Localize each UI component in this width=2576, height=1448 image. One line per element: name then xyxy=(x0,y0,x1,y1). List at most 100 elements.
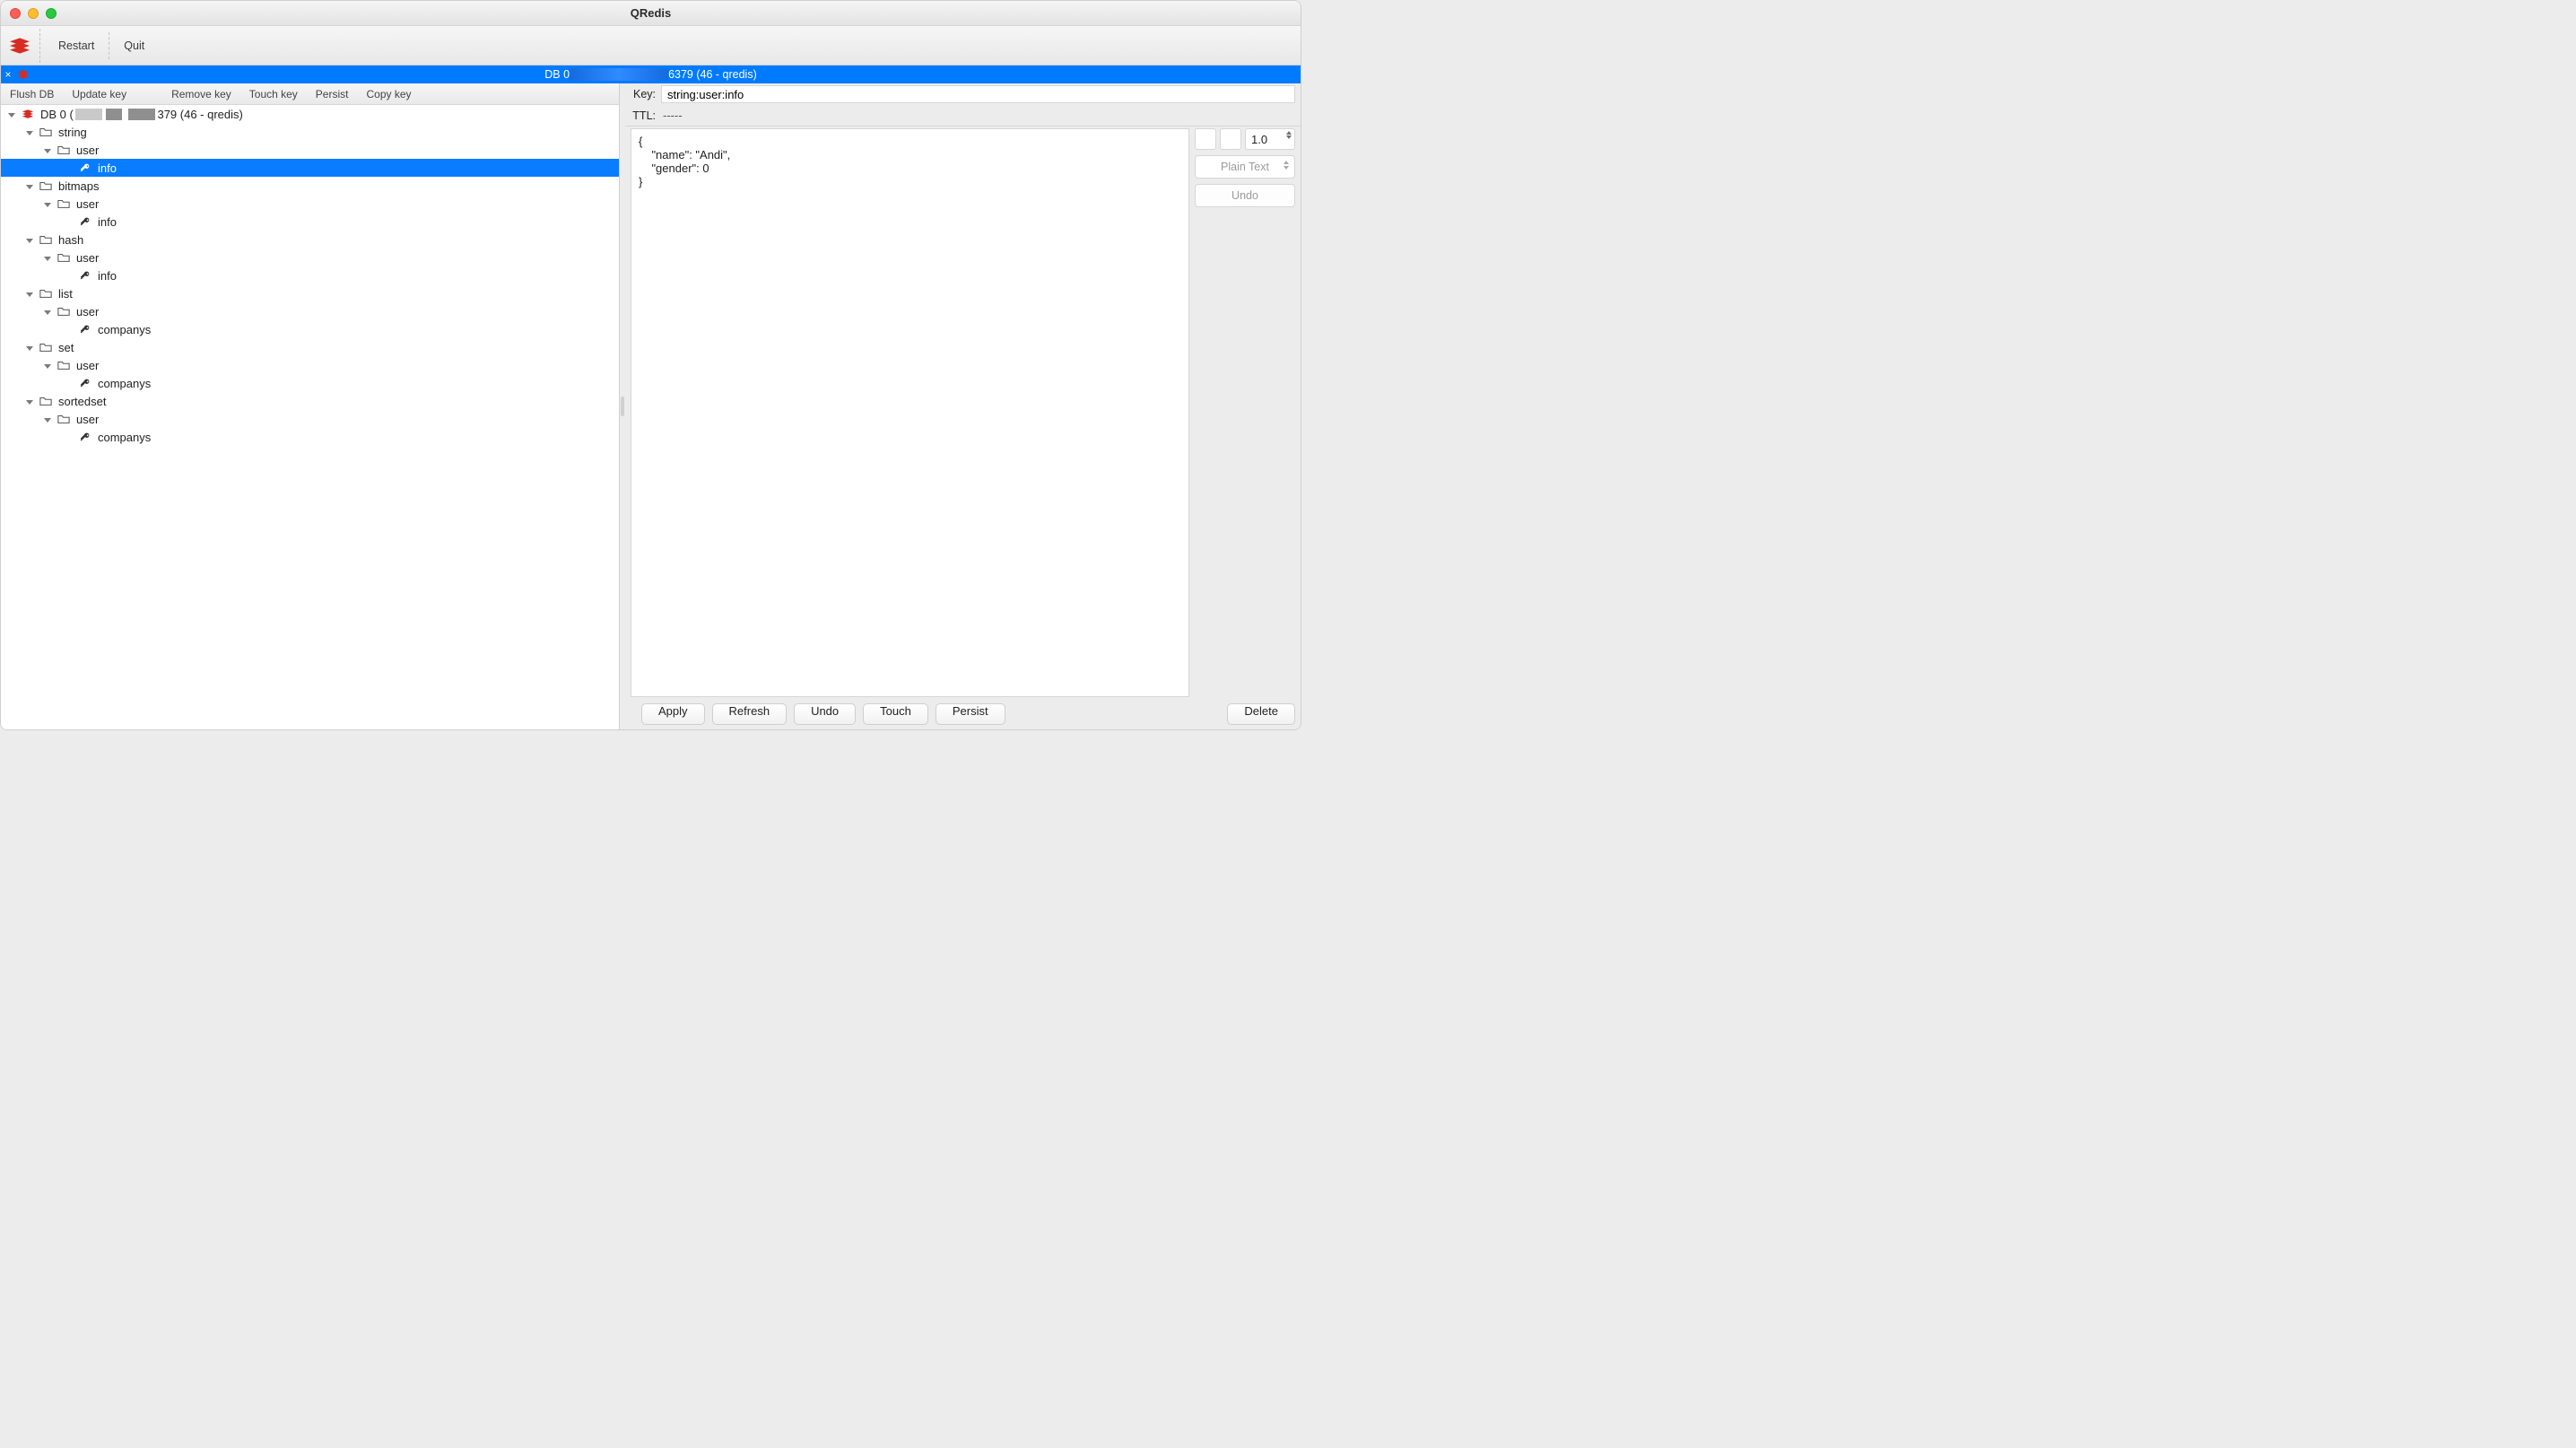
tree-label: info xyxy=(98,215,117,229)
touch-key-button[interactable]: Touch key xyxy=(240,88,307,100)
tree-key-sortedset-user-companys[interactable]: companys xyxy=(1,428,619,446)
remove-key-button[interactable]: Remove key xyxy=(162,88,240,100)
tree-label: user xyxy=(76,305,99,318)
tree-folder-user[interactable]: user xyxy=(1,141,619,159)
chevron-down-icon[interactable] xyxy=(44,250,53,264)
folder-icon xyxy=(57,143,71,157)
tree-label: user xyxy=(76,144,99,157)
tree-label: set xyxy=(58,341,74,354)
folder-icon xyxy=(57,358,71,372)
chevron-down-icon[interactable] xyxy=(8,107,17,120)
folder-icon xyxy=(57,196,71,211)
copy-key-button[interactable]: Copy key xyxy=(357,88,420,100)
tree-key-list-user-companys[interactable]: companys xyxy=(1,320,619,338)
restart-button[interactable]: Restart xyxy=(46,39,107,52)
toolbar: Restart Quit xyxy=(1,26,1301,65)
tree-folder-user[interactable]: user xyxy=(1,195,619,213)
quit-button[interactable]: Quit xyxy=(111,39,157,52)
chevron-down-icon[interactable] xyxy=(26,340,35,353)
db-redacted xyxy=(75,109,102,120)
tree-key-string-user-info[interactable]: info xyxy=(1,159,619,177)
tree-folder-user[interactable]: user xyxy=(1,249,619,266)
tree-folder-hash[interactable]: hash xyxy=(1,231,619,249)
tree-label: user xyxy=(76,197,99,211)
apply-button[interactable]: Apply xyxy=(641,703,705,725)
maximize-icon[interactable] xyxy=(46,8,57,19)
touch-button[interactable]: Touch xyxy=(863,703,928,725)
tree-key-set-user-companys[interactable]: companys xyxy=(1,374,619,392)
splitter-handle[interactable] xyxy=(620,83,625,729)
key-icon xyxy=(78,430,92,444)
ttl-label: TTL: xyxy=(631,109,661,122)
folder-icon xyxy=(39,125,53,139)
tree-folder-user[interactable]: user xyxy=(1,302,619,320)
chevron-down-icon[interactable] xyxy=(44,304,53,318)
delete-button[interactable]: Delete xyxy=(1227,703,1295,725)
tab-redis-icon xyxy=(17,69,30,80)
db-redacted xyxy=(106,109,122,120)
tree-folder-sortedset[interactable]: sortedset xyxy=(1,392,619,410)
undo-button[interactable]: Undo xyxy=(794,703,856,725)
value-area: { "name": "Andi", "gender": 0 } 1.0 Plai… xyxy=(625,126,1301,699)
key-input[interactable] xyxy=(661,85,1295,103)
key-row: Key: xyxy=(625,83,1301,105)
tree-label: sortedset xyxy=(58,395,106,408)
key-tree[interactable]: DB 0 ( 379 (46 - qredis) string use xyxy=(1,105,619,729)
tree-folder-bitmaps[interactable]: bitmaps xyxy=(1,177,619,195)
close-icon[interactable] xyxy=(10,8,21,19)
ttl-value: ----- xyxy=(661,109,1295,122)
window-title: QRedis xyxy=(1,6,1301,20)
flush-db-button[interactable]: Flush DB xyxy=(1,88,63,100)
editor-container: { "name": "Andi", "gender": 0 } xyxy=(631,128,1189,697)
tree-folder-list[interactable]: list xyxy=(1,284,619,302)
tree-label: info xyxy=(98,161,117,175)
chevron-down-icon[interactable] xyxy=(26,125,35,138)
chevron-down-icon[interactable] xyxy=(44,196,53,210)
format-select-label: Plain Text xyxy=(1221,161,1269,173)
tree-db-node[interactable]: DB 0 ( 379 (46 - qredis) xyxy=(1,105,619,123)
font-size-stepper[interactable]: 1.0 xyxy=(1245,128,1295,150)
tab-title-prefix: DB 0 xyxy=(544,68,570,81)
tree-folder-user[interactable]: user xyxy=(1,356,619,374)
chevron-down-icon[interactable] xyxy=(26,286,35,300)
chevron-down-icon[interactable] xyxy=(44,143,53,156)
chevron-down-icon[interactable] xyxy=(44,412,53,425)
minimize-icon[interactable] xyxy=(28,8,39,19)
folder-icon xyxy=(39,394,53,408)
chevron-down-icon[interactable] xyxy=(26,394,35,407)
chevron-up-icon[interactable] xyxy=(1286,131,1292,135)
color-swatch-b[interactable] xyxy=(1220,128,1241,150)
side-undo-button[interactable]: Undo xyxy=(1195,184,1295,207)
tree-label: companys xyxy=(98,377,151,390)
chevron-down-icon[interactable] xyxy=(44,358,53,371)
tree-label: hash xyxy=(58,233,83,247)
format-select[interactable]: Plain Text xyxy=(1195,155,1295,179)
tree-key-hash-user-info[interactable]: info xyxy=(1,266,619,284)
update-key-button[interactable]: Update key xyxy=(63,88,135,100)
folder-icon xyxy=(39,179,53,193)
key-icon xyxy=(78,214,92,229)
folder-icon xyxy=(57,250,71,265)
value-editor[interactable]: { "name": "Andi", "gender": 0 } xyxy=(631,128,1189,697)
chevron-down-icon[interactable] xyxy=(1286,135,1292,139)
tab-close-icon[interactable]: × xyxy=(1,68,15,81)
persist-button[interactable]: Persist xyxy=(307,88,358,100)
db-redacted xyxy=(128,109,155,120)
color-swatch-a[interactable] xyxy=(1195,128,1216,150)
tree-folder-set[interactable]: set xyxy=(1,338,619,356)
persist-footer-button[interactable]: Persist xyxy=(936,703,1005,725)
folder-icon xyxy=(39,340,53,354)
tab-title-suffix: 6379 (46 - qredis) xyxy=(668,68,757,81)
chevron-down-icon[interactable] xyxy=(26,179,35,192)
key-icon xyxy=(78,268,92,283)
left-toolbar: Flush DB Update key Remove key Touch key… xyxy=(1,83,619,105)
key-icon xyxy=(78,161,92,175)
tree-folder-string[interactable]: string xyxy=(1,123,619,141)
tab-title[interactable]: DB 0 6379 (46 - qredis) xyxy=(1,68,1301,81)
tree-folder-user[interactable]: user xyxy=(1,410,619,428)
tree-key-bitmaps-user-info[interactable]: info xyxy=(1,213,619,231)
chevron-down-icon[interactable] xyxy=(26,232,35,246)
database-icon xyxy=(21,107,35,121)
editor-side-controls: 1.0 Plain Text Undo xyxy=(1189,128,1295,697)
refresh-button[interactable]: Refresh xyxy=(712,703,788,725)
